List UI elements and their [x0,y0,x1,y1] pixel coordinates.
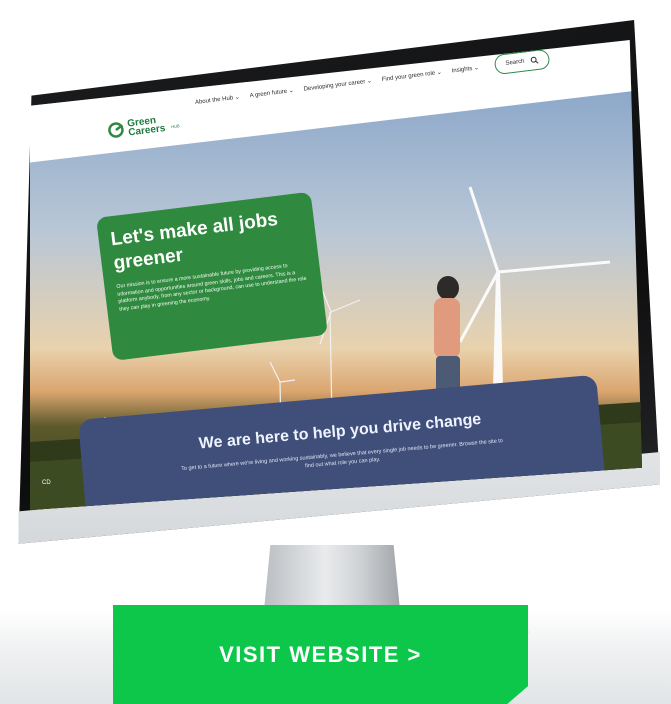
visit-website-button[interactable]: VISIT WEBSITE > [113,605,528,704]
leaf-logo-icon [108,122,124,138]
website-screen: Green Careers HUB About the Hub ⌄ A gree… [30,40,642,510]
nav-item-insights[interactable]: Insights ⌄ [451,64,479,74]
logo-line-2: Careers [127,123,167,139]
nav-item-developing-career[interactable]: Developing your career ⌄ [303,77,372,92]
logo-suffix: HUB [170,122,180,129]
hero-card: Let's make all jobs greener Our mission … [96,191,328,361]
site-logo[interactable]: Green Careers HUB [107,113,180,140]
caption-badge: CD [42,480,51,486]
search-label: Search [505,58,525,67]
search-icon [530,56,539,64]
nav-item-find-role[interactable]: Find your green role ⌄ [381,68,442,82]
monitor: Green Careers HUB About the Hub ⌄ A gree… [0,0,671,600]
nav-item-about[interactable]: About the Hub ⌄ [195,93,240,105]
nav-item-green-future[interactable]: A green future ⌄ [249,86,294,98]
